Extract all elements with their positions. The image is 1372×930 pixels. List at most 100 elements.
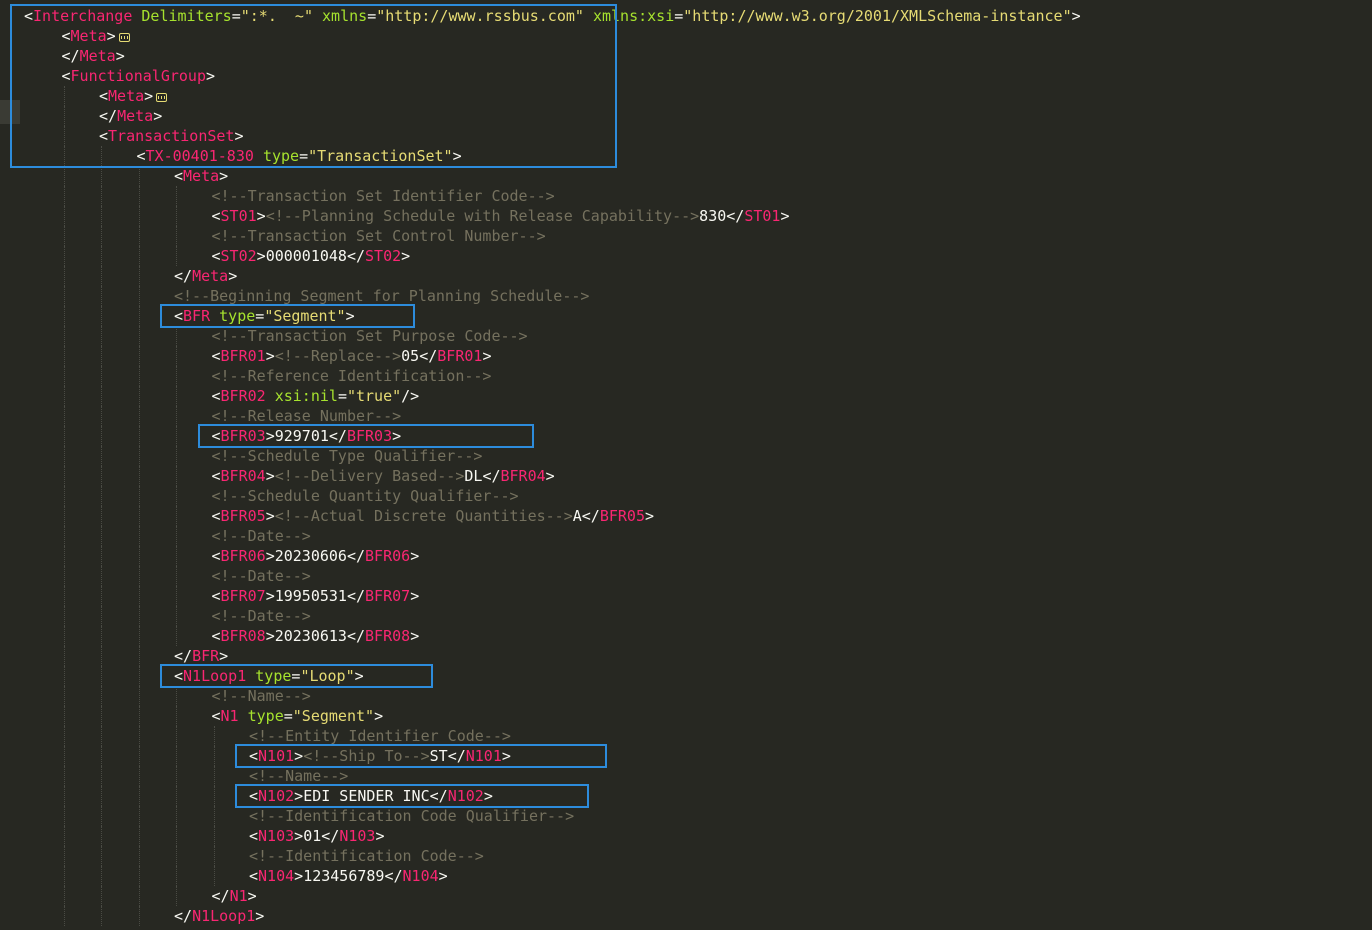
folded-region-icon[interactable] <box>118 33 130 42</box>
code-attr-value: "Loop" <box>300 667 355 685</box>
code-line[interactable]: <Meta> <box>62 26 130 46</box>
code-line[interactable]: <Meta> <box>63 86 168 106</box>
code-line[interactable]: <!--Date--> <box>63 566 311 586</box>
indent-guide <box>176 326 177 346</box>
indent-guide <box>101 826 102 846</box>
code-line[interactable]: <N1 type="Segment"> <box>63 706 383 726</box>
indent-guide <box>101 266 102 286</box>
code-line[interactable]: <BFR01><!--Replace-->05</BFR01> <box>63 346 492 366</box>
code-text-value <box>210 307 219 325</box>
code-line[interactable]: <BFR07>19950531</BFR07> <box>63 586 419 606</box>
code-punct: < <box>211 387 221 405</box>
code-line[interactable]: <!--Reference Identification--> <box>63 366 491 386</box>
code-punct: > <box>354 667 364 685</box>
code-line[interactable]: <BFR05><!--Actual Discrete Quantities-->… <box>63 506 654 526</box>
code-tag-name: Meta <box>70 27 107 45</box>
code-comment: <!--Transaction Set Control Number--> <box>211 227 546 245</box>
folded-region-icon[interactable] <box>156 93 168 102</box>
code-punct: </ <box>581 507 600 525</box>
indent-guide <box>63 426 65 446</box>
code-punct: </ <box>419 347 438 365</box>
code-line[interactable]: <N1Loop1 type="Loop"> <box>63 666 364 686</box>
code-punct: </ <box>346 247 366 265</box>
code-text-value: DL <box>464 467 483 485</box>
code-punct: > <box>482 347 492 365</box>
code-line[interactable]: <!--Name--> <box>63 766 348 786</box>
code-line[interactable]: <N101><!--Ship To-->ST</N101> <box>63 746 511 766</box>
code-punct: > <box>294 867 304 885</box>
code-line[interactable]: <!--Date--> <box>63 526 311 546</box>
code-line[interactable]: </N1> <box>63 886 257 906</box>
code-line[interactable]: <!--Transaction Set Identifier Code--> <box>63 186 555 206</box>
code-line[interactable]: <BFR02 xsi:nil="true"/> <box>63 386 419 406</box>
code-line[interactable]: <N102>EDI SENDER INC</N102> <box>63 786 493 806</box>
code-comment: <!--Date--> <box>211 527 311 545</box>
indent-guide <box>63 166 65 186</box>
code-line[interactable]: </Meta> <box>62 46 125 66</box>
code-line[interactable]: <!--Transaction Set Control Number--> <box>63 226 546 246</box>
code-punct: > <box>153 107 163 125</box>
code-punct: > <box>247 887 257 905</box>
code-line[interactable]: </BFR> <box>63 646 228 666</box>
code-line[interactable]: <!--Schedule Type Qualifier--> <box>63 446 482 466</box>
indent-guide <box>213 846 215 866</box>
indent-guide <box>138 906 140 926</box>
code-tag-name: BFR06 <box>220 547 266 565</box>
code-line[interactable]: </Meta> <box>63 266 237 286</box>
code-editor[interactable]: <Interchange Delimiters=":*. ~" xmlns="h… <box>0 0 1372 930</box>
code-line[interactable]: </Meta> <box>63 106 163 126</box>
code-line[interactable]: <!--Identification Code--> <box>63 846 484 866</box>
code-line[interactable]: <BFR04><!--Delivery Based-->DL</BFR04> <box>63 466 555 486</box>
code-line[interactable]: <!--Identification Code Qualifier--> <box>63 806 574 826</box>
code-comment: <!--Delivery Based--> <box>274 467 465 485</box>
code-line[interactable]: <Meta> <box>63 166 228 186</box>
code-punct: </ <box>346 627 366 645</box>
code-tag-name: BFR04 <box>220 467 266 485</box>
code-attr-name: type <box>262 147 300 165</box>
code-punct: </ <box>726 207 745 225</box>
indent-guide <box>138 346 140 366</box>
code-line[interactable]: <TransactionSet> <box>63 126 244 146</box>
indent-guide <box>176 526 177 546</box>
code-line[interactable]: <BFR06>20230606</BFR06> <box>63 546 419 566</box>
code-text-value: EDI SENDER INC <box>303 787 430 805</box>
code-punct: </ <box>174 647 193 665</box>
code-text-value: 830 <box>699 207 727 225</box>
code-tag-name: N102 <box>258 787 295 805</box>
code-line[interactable]: <!--Name--> <box>63 686 311 706</box>
indent-guide <box>63 746 65 766</box>
indent-guide <box>63 666 65 686</box>
code-line[interactable]: <!--Date--> <box>63 606 311 626</box>
indent-guide <box>138 546 140 566</box>
indent-guide <box>63 766 65 786</box>
indent-guide <box>138 606 140 626</box>
code-line[interactable]: <N103>01</N103> <box>63 826 384 846</box>
code-text-value: 20230606 <box>274 547 347 565</box>
code-line[interactable]: <!--Schedule Quantity Qualifier--> <box>63 486 519 506</box>
code-comment: <!--Beginning Segment for Planning Sched… <box>174 287 590 305</box>
code-line[interactable]: <!--Release Number--> <box>63 406 401 426</box>
code-line[interactable]: <!--Beginning Segment for Planning Sched… <box>63 286 590 306</box>
code-punct: > <box>545 467 555 485</box>
indent-guide <box>101 726 102 746</box>
code-line[interactable]: <N104>123456789</N104> <box>63 866 448 886</box>
code-line[interactable]: <BFR03>929701</BFR03> <box>63 426 401 446</box>
code-line[interactable]: <FunctionalGroup> <box>62 66 216 86</box>
indent-guide <box>176 186 177 206</box>
indent-guide <box>101 286 102 306</box>
code-line[interactable]: <TX-00401-830 type="TransactionSet"> <box>63 146 462 166</box>
code-punct: </ <box>211 887 230 905</box>
code-tag-name: N104 <box>402 867 439 885</box>
indent-guide <box>63 866 65 886</box>
code-punct: < <box>211 507 221 525</box>
code-line[interactable]: <!--Transaction Set Purpose Code--> <box>63 326 528 346</box>
code-line[interactable]: <Interchange Delimiters=":*. ~" xmlns="h… <box>24 6 1081 26</box>
code-line[interactable]: <!--Entity Identifier Code--> <box>63 726 511 746</box>
code-line[interactable]: <BFR type="Segment"> <box>63 306 355 326</box>
indent-guide <box>176 386 177 406</box>
indent-guide <box>101 206 102 226</box>
code-line[interactable]: <ST02>000001048</ST02> <box>63 246 410 266</box>
code-line[interactable]: </N1Loop1> <box>63 906 264 926</box>
code-line[interactable]: <BFR08>20230613</BFR08> <box>63 626 419 646</box>
code-line[interactable]: <ST01><!--Planning Schedule with Release… <box>63 206 789 226</box>
